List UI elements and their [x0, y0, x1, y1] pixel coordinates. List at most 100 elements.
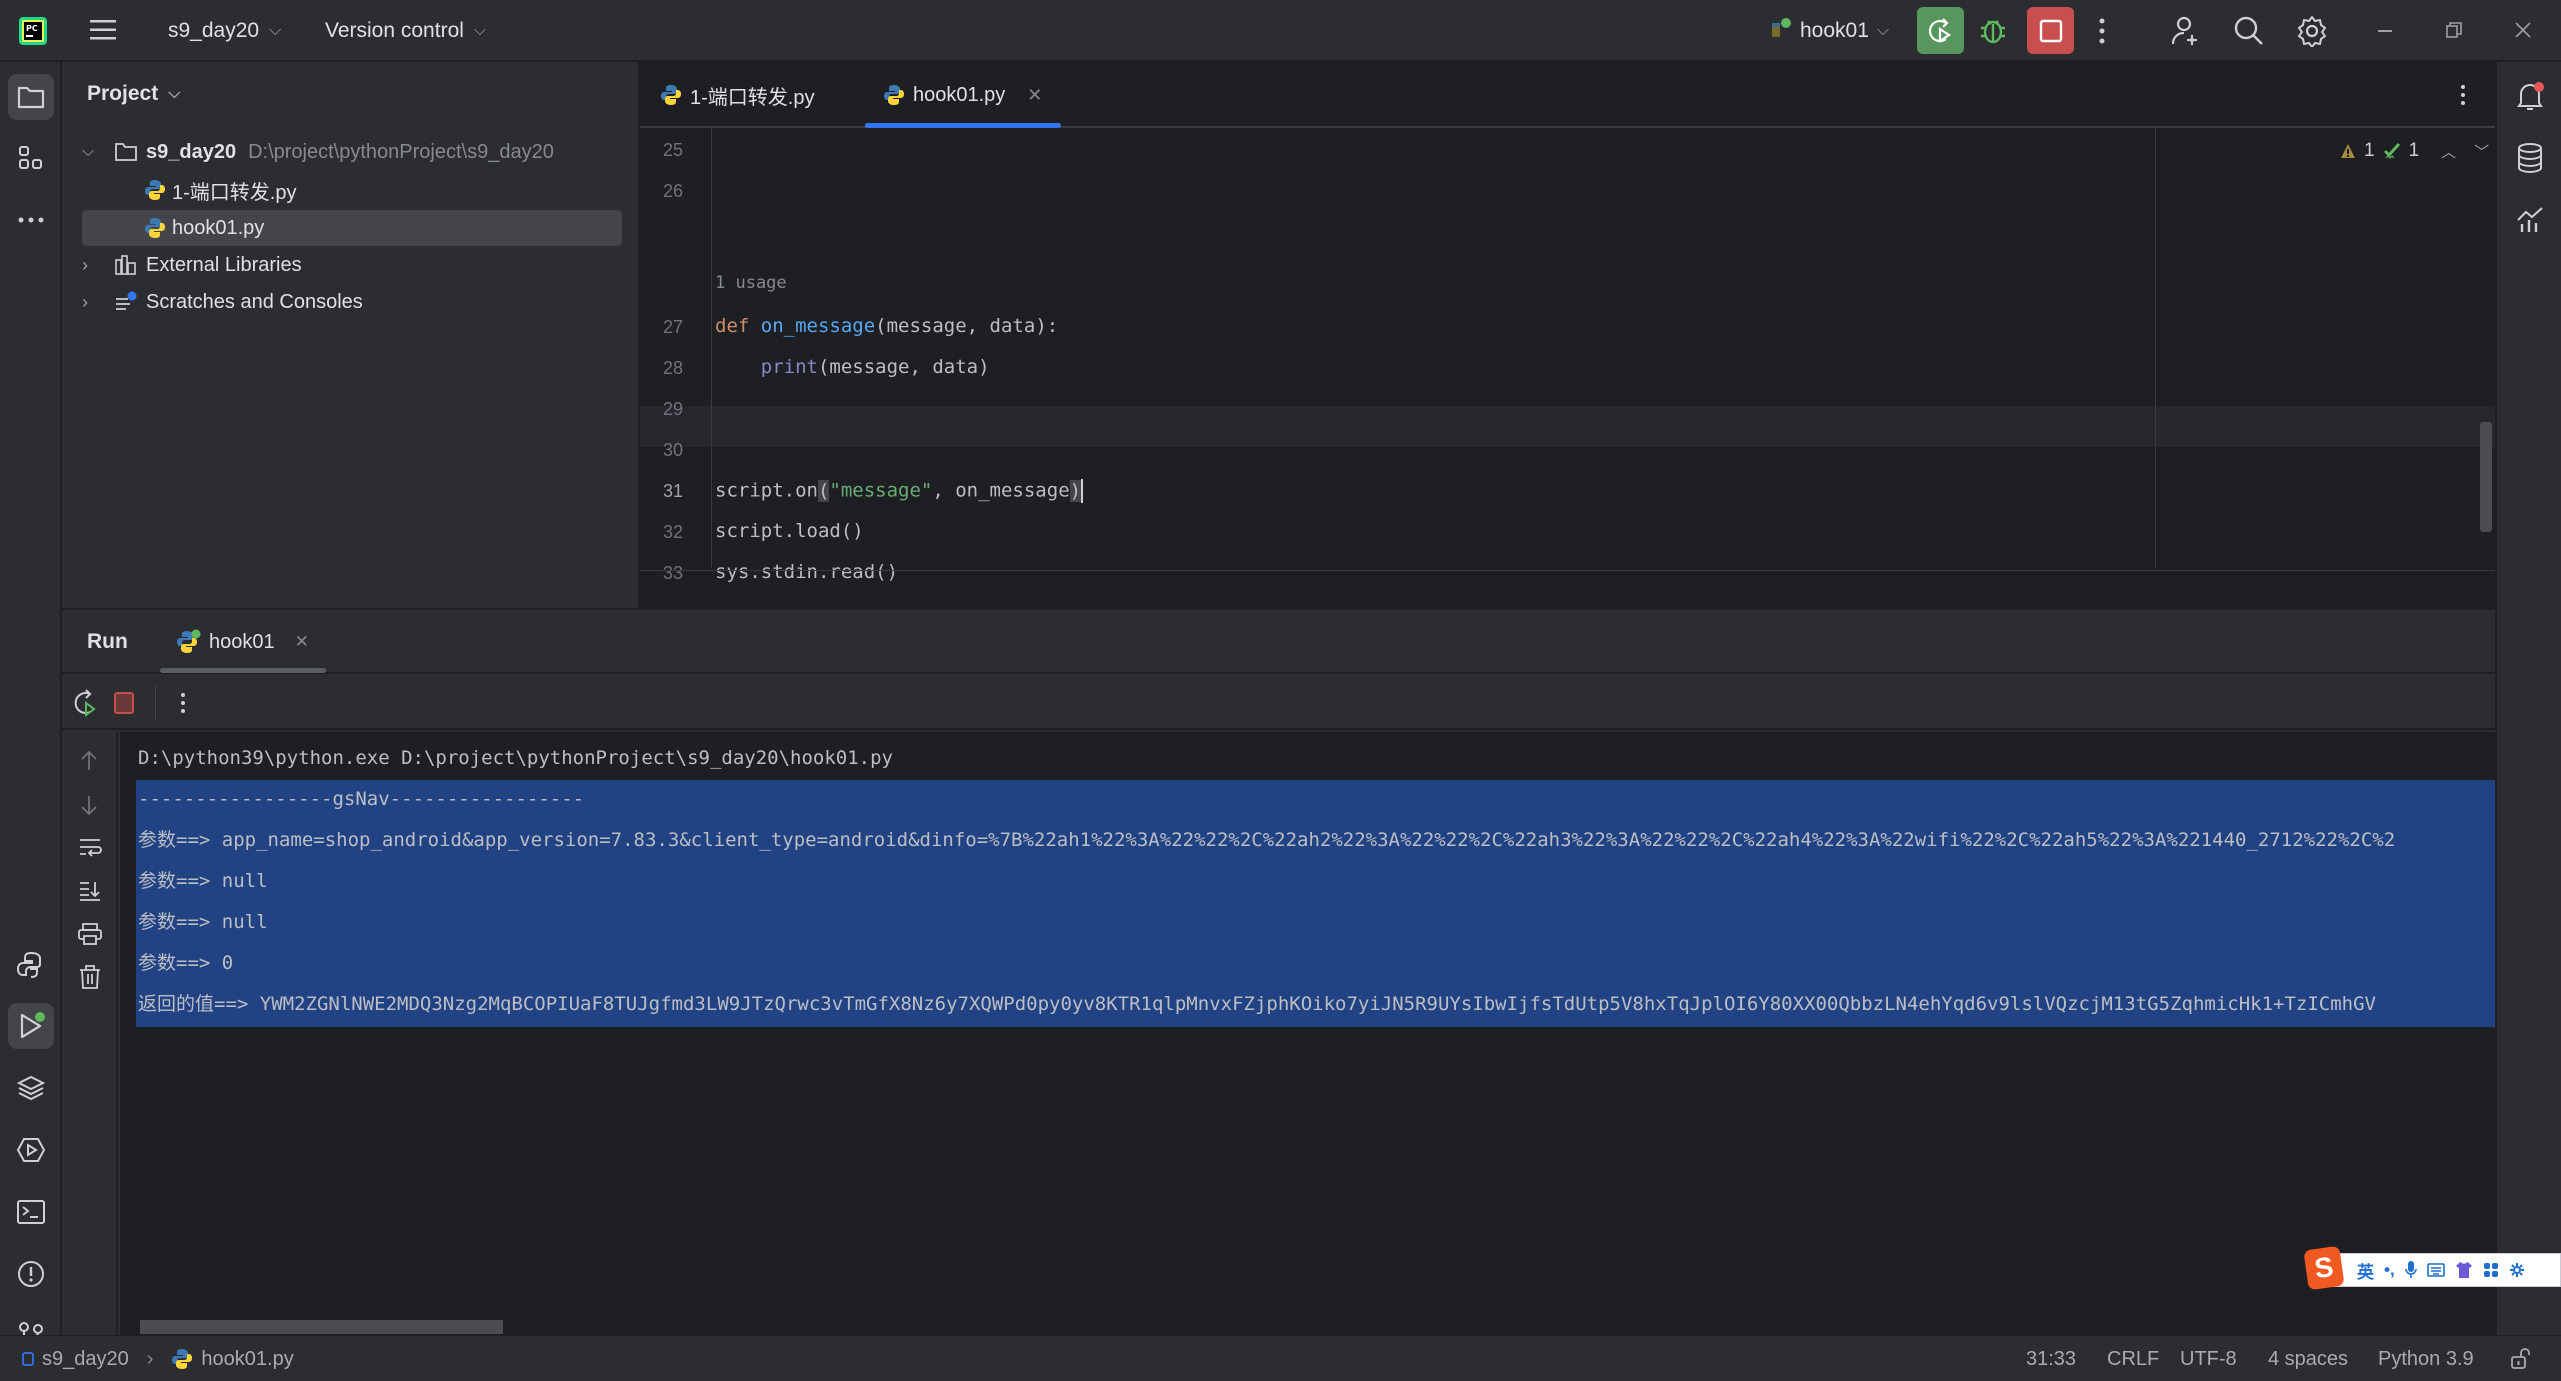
clear-all-button[interactable]	[78, 964, 102, 990]
skin-icon[interactable]	[2455, 1261, 2473, 1279]
file-lock-button[interactable]	[2510, 1336, 2530, 1381]
chevron-right-icon[interactable]: ›	[82, 255, 110, 276]
python-file-icon	[171, 1348, 193, 1370]
terminal-button[interactable]	[8, 1189, 54, 1235]
project-selector[interactable]: s9_day20 ⌵	[168, 0, 281, 62]
print-button[interactable]	[77, 922, 103, 946]
stop-button[interactable]	[114, 692, 134, 714]
caret-position[interactable]: 31:33	[2026, 1336, 2076, 1381]
python-console-icon	[17, 951, 41, 978]
database-icon	[2518, 143, 2542, 174]
tree-item-file-selected[interactable]: hook01.py	[82, 210, 622, 246]
more-tools-button[interactable]	[8, 197, 54, 243]
scientific-mode-button[interactable]	[2507, 197, 2553, 243]
tab-port-forward[interactable]: 1-端口转发.py	[660, 62, 814, 128]
pycharm-logo-icon[interactable]: PC	[18, 16, 48, 46]
project-name: s9_day20	[168, 19, 260, 42]
keyboard-icon[interactable]	[2426, 1262, 2445, 1278]
unlock-icon	[2511, 1348, 2530, 1369]
stop-button[interactable]	[2027, 7, 2074, 54]
close-button[interactable]	[2515, 22, 2531, 38]
python-console-button[interactable]	[8, 942, 54, 988]
database-button[interactable]	[2507, 135, 2553, 181]
line-separator[interactable]: CRLF	[2107, 1336, 2159, 1381]
chevron-right-icon[interactable]: ›	[82, 292, 110, 313]
rerun-button[interactable]	[1917, 7, 1964, 54]
close-tab-icon[interactable]: ✕	[1027, 85, 1042, 106]
project-tool-button[interactable]	[8, 74, 54, 120]
main-menu-button[interactable]	[90, 19, 116, 41]
more-actions-button[interactable]	[2098, 17, 2106, 45]
code-with-me-button[interactable]	[2170, 15, 2202, 47]
next-highlight-icon[interactable]: ﹀	[2474, 141, 2489, 162]
editor-tabs-more-button[interactable]	[2460, 84, 2466, 106]
folder-icon	[114, 142, 138, 162]
editor-tab-bar: 1-端口转发.py hook01.py ✕	[640, 62, 2495, 128]
inspection-widget[interactable]: 1 1 ︿ ﹀	[2340, 140, 2489, 162]
breadcrumb-file[interactable]: hook01.py	[201, 1348, 293, 1371]
add-user-icon	[2171, 16, 2197, 45]
tree-item-scratches[interactable]: › Scratches and Consoles	[82, 284, 622, 320]
ime-toolbar[interactable]: 英 •,	[2310, 1253, 2561, 1287]
chevron-down-icon: ⌵	[473, 22, 487, 39]
scroll-to-end-button[interactable]	[78, 880, 102, 902]
services-icon	[16, 1138, 46, 1162]
editor-vertical-scrollbar[interactable]	[2480, 422, 2492, 532]
tree-item-external-libraries[interactable]: › External Libraries	[82, 247, 622, 283]
rerun-icon	[1928, 17, 1951, 43]
file-encoding[interactable]: UTF-8	[2180, 1336, 2237, 1381]
microphone-icon[interactable]	[2404, 1260, 2417, 1280]
close-tab-icon[interactable]: ✕	[295, 632, 309, 652]
breadcrumb-project[interactable]: s9_day20	[42, 1348, 129, 1371]
ime-mode-toggle[interactable]: 英	[2357, 1258, 2374, 1283]
previous-highlight-icon[interactable]: ︿	[2441, 141, 2456, 162]
console-output[interactable]: D:\python39\python.exe D:\project\python…	[120, 732, 2495, 1337]
text-caret	[1081, 479, 1084, 503]
notifications-button[interactable]	[2507, 74, 2553, 120]
code-area[interactable]: 1 usage def on_message(message, data): p…	[640, 128, 2140, 583]
title-bar: PC s9_day20 ⌵ Version control ⌵ hook01 ⌵	[0, 0, 2561, 62]
structure-icon	[19, 146, 42, 169]
sogou-logo-icon[interactable]: S	[2303, 1245, 2345, 1291]
right-margin-guide	[2155, 128, 2156, 568]
scroll-up-button[interactable]	[79, 750, 99, 772]
soft-wrap-icon	[80, 839, 102, 857]
python-interpreter[interactable]: Python 3.9	[2378, 1336, 2474, 1381]
tab-hook01[interactable]: hook01.py ✕	[883, 62, 1042, 128]
toolbox-icon[interactable]	[2483, 1262, 2499, 1278]
settings-icon[interactable]	[2509, 1262, 2525, 1278]
usage-hint[interactable]: 1 usage	[715, 273, 787, 293]
vcs-selector[interactable]: Version control ⌵	[325, 0, 486, 62]
settings-button[interactable]	[2296, 15, 2328, 47]
run-tab-hook01[interactable]: hook01 ✕	[177, 610, 309, 674]
search-button[interactable]	[2234, 16, 2264, 46]
rerun-button[interactable]	[72, 689, 98, 717]
services-button[interactable]	[8, 1127, 54, 1173]
minimize-button[interactable]	[2378, 30, 2392, 32]
restore-button[interactable]	[2446, 22, 2462, 38]
python-packages-button[interactable]	[8, 1065, 54, 1111]
layers-icon	[17, 1075, 45, 1101]
breadcrumb: s9_day20 › hook01.py	[22, 1336, 294, 1381]
run-config-selector[interactable]: hook01 ⌵	[1768, 0, 1889, 62]
module-icon	[22, 1351, 34, 1367]
scroll-down-button[interactable]	[79, 794, 99, 816]
problems-button[interactable]	[8, 1251, 54, 1297]
tree-item-file[interactable]: 1-端口转发.py	[82, 172, 622, 208]
ime-punctuation-toggle[interactable]: •,	[2384, 1260, 2395, 1280]
soft-wrap-button[interactable]	[78, 837, 102, 859]
arrow-up-icon	[81, 750, 97, 770]
structure-tool-button[interactable]	[8, 135, 54, 181]
tree-item-project-root[interactable]: ⌵ s9_day20 D:\project\pythonProject\s9_d…	[82, 134, 622, 170]
tree-item-label: s9_day20	[146, 140, 237, 163]
indent-setting[interactable]: 4 spaces	[2268, 1336, 2348, 1381]
run-more-actions-button[interactable]	[180, 692, 186, 714]
project-panel-header[interactable]: Project ⌵	[87, 82, 180, 106]
debug-button[interactable]	[1978, 14, 2008, 46]
run-tool-button[interactable]	[8, 1003, 54, 1049]
chevron-down-icon[interactable]: ⌵	[82, 143, 110, 161]
tree-item-label: External Libraries	[146, 253, 302, 276]
weak-warning-count: 1	[2408, 140, 2420, 161]
console-horizontal-scrollbar[interactable]	[140, 1320, 503, 1334]
more-vertical-icon	[2461, 85, 2465, 105]
